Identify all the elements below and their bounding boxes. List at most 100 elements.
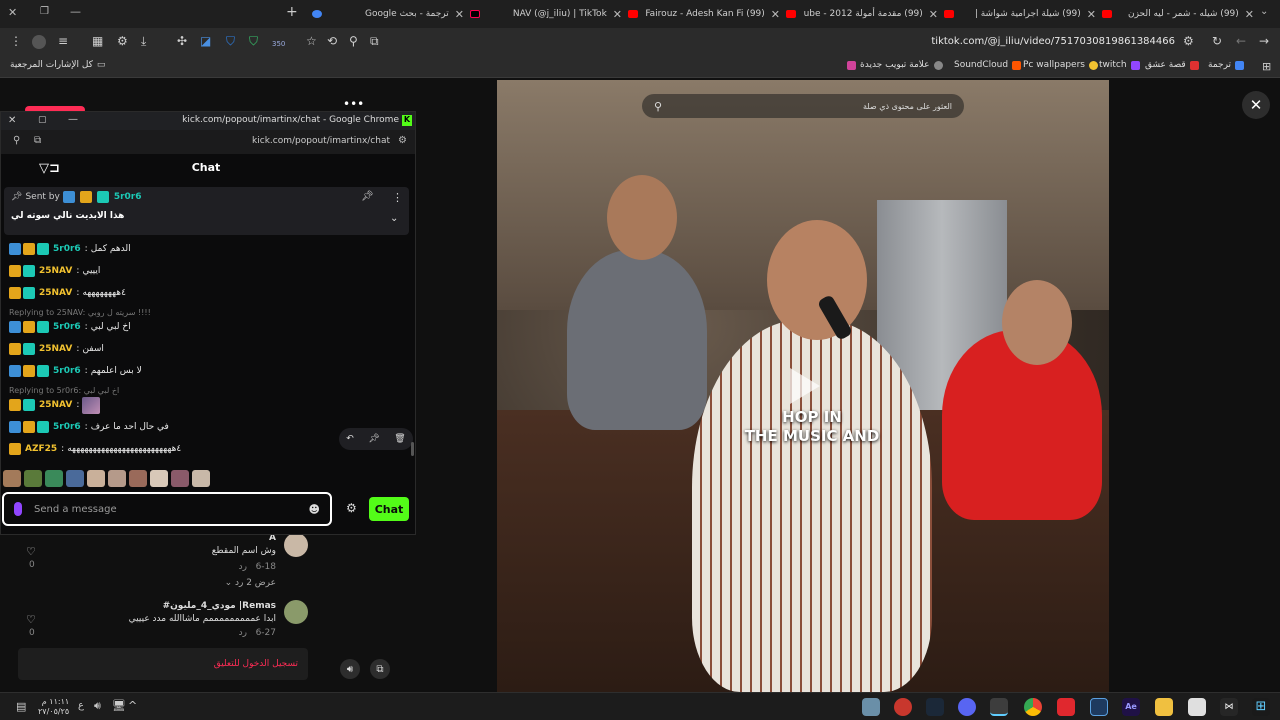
address-bar[interactable]: tiktok.com/@j_iliu/video/751703081986138…	[900, 36, 1175, 47]
emote[interactable]	[24, 470, 42, 487]
chrome-icon[interactable]	[1024, 698, 1042, 716]
chat-username[interactable]: 25NAV	[39, 344, 72, 354]
popup-close-icon[interactable]: ✕	[8, 115, 16, 126]
window-close-icon[interactable]: ✕	[8, 6, 17, 19]
chat-message[interactable]: 25NAV:	[9, 396, 101, 414]
chat-input[interactable]: Send a message ☻	[2, 492, 332, 526]
emote[interactable]	[108, 470, 126, 487]
chat-message[interactable]: 5r0r6: لا بس اعلمهم	[9, 362, 142, 380]
chat-username[interactable]: AZF25	[25, 444, 57, 454]
translate-ext-icon[interactable]: ◪	[200, 34, 211, 48]
chat-username[interactable]: 5r0r6	[53, 422, 81, 432]
chat-message[interactable]: 5r0r6: اخ لبي لبي	[9, 318, 131, 336]
taskbar-clock[interactable]: ١١:١١ م ٢٧/٠٥/٢٥	[38, 697, 69, 717]
login-to-comment-link[interactable]: تسجيل الدخول للتعليق	[214, 659, 298, 669]
emote[interactable]	[3, 470, 21, 487]
comment-avatar[interactable]	[284, 533, 308, 557]
site-settings-icon[interactable]: ⚙	[1183, 34, 1194, 48]
zoom-icon[interactable]: ⚲	[349, 34, 358, 48]
bookmark-qissat-ishq[interactable]: قصة عشق	[1145, 60, 1199, 70]
emote[interactable]	[192, 470, 210, 487]
tab-grid-icon[interactable]: ▦	[92, 34, 103, 48]
language-indicator[interactable]: ع	[78, 700, 84, 711]
reply-icon[interactable]: ↶	[346, 434, 354, 444]
back-icon[interactable]: →	[1259, 34, 1269, 48]
chat-message[interactable]: 25NAV: ايييي	[9, 262, 100, 280]
file-explorer-icon[interactable]	[1155, 698, 1173, 716]
chat-message[interactable]: 5r0r6: في حال احد ما عرف	[9, 418, 169, 436]
start-menu-icon[interactable]: ⊞	[1252, 698, 1270, 716]
video-search-bar[interactable]: ⚲ العثور على محتوى ذي صلة	[642, 94, 964, 118]
tab-close-icon[interactable]: ✕	[929, 8, 938, 21]
window-restore-icon[interactable]: ❐	[40, 6, 49, 17]
comment-avatar[interactable]	[284, 600, 308, 624]
popup-maximize-icon[interactable]: ▢	[38, 115, 47, 125]
apps-grid-icon[interactable]: ⊞	[1262, 60, 1271, 73]
notification-icon[interactable]: ▤	[16, 700, 26, 713]
more-options-icon[interactable]: •••	[343, 97, 364, 111]
vpn-ext-icon[interactable]: ⛉	[249, 34, 258, 49]
unpin-icon[interactable]: 📌︎	[361, 191, 374, 202]
mic-icon[interactable]	[14, 502, 22, 516]
page-reload-ext-icon[interactable]: ⟲	[327, 34, 337, 48]
expand-pinned-icon[interactable]: ⌄	[390, 213, 398, 224]
discord-icon[interactable]	[958, 698, 976, 716]
bookmark-star-icon[interactable]: ☆	[306, 34, 317, 48]
taskbar-app-icon[interactable]	[894, 698, 912, 716]
reply-context[interactable]: Replying to 5r0r6: اخ لبي لبي	[9, 386, 119, 395]
popup-site-info-icon[interactable]: ⚙	[398, 135, 407, 146]
chat-username[interactable]: 25NAV	[39, 266, 72, 276]
emoji-icon[interactable]: ☻	[309, 503, 320, 516]
tab-close-icon[interactable]: ✕	[1087, 8, 1096, 21]
delete-icon[interactable]: 🗑︎	[394, 434, 405, 444]
emote[interactable]	[150, 470, 168, 487]
chat-message[interactable]: 5r0r6: الدهم كمل	[9, 240, 131, 258]
bookmark-pc-wallpapers[interactable]: Pc wallpapers	[1023, 60, 1098, 70]
reload-icon[interactable]: ↻	[1212, 34, 1222, 48]
tab-close-icon[interactable]: ✕	[771, 8, 780, 21]
tab-fairouz[interactable]: ✕ (99) Fairouz - Adesh Kan Fi	[628, 4, 780, 24]
tab-sheila-1[interactable]: ✕ (99) شيلة اجرامية شواشة |	[944, 4, 1096, 24]
pinned-menu-icon[interactable]: ⋮	[392, 191, 403, 204]
emote[interactable]	[171, 470, 189, 487]
forward-icon[interactable]: ←	[1236, 34, 1246, 48]
chat-message[interactable]: AZF25: ٤هههههههههههههههههههههههههه	[9, 440, 181, 458]
pinned-message[interactable]: 📌︎ Sent by 5r0r6 هذا الابديت نالي سوته ل…	[4, 187, 409, 235]
tab-google-translate[interactable]: ✕ ترجمة - بحث Google	[312, 4, 464, 24]
heart-icon[interactable]: ♡	[26, 545, 36, 558]
pinned-username[interactable]: 5r0r6	[114, 192, 142, 202]
heart-icon[interactable]: ♡	[26, 613, 36, 626]
chat-settings-icon[interactable]: ⚙	[346, 501, 357, 515]
store-icon[interactable]	[1188, 698, 1206, 716]
reply-link[interactable]: رد	[239, 628, 247, 638]
tab-close-icon[interactable]: ✕	[1245, 8, 1254, 21]
volume-icon[interactable]: 🔊︎	[340, 659, 360, 679]
taskbar-app-icon[interactable]	[862, 698, 880, 716]
bookmark-translate[interactable]: ترجمة	[1208, 60, 1245, 70]
show-hidden-icons[interactable]: ^	[128, 699, 137, 712]
comment-username[interactable]: Remas| مودي_4_مليون#	[120, 601, 276, 611]
profile-avatar[interactable]	[32, 35, 46, 49]
taskbar-app-active-icon[interactable]	[990, 698, 1008, 716]
view-replies-link[interactable]: عرض 2 رد ⌄	[150, 578, 276, 588]
chat-username[interactable]: 5r0r6	[53, 322, 81, 332]
reading-list-icon[interactable]: ≡	[58, 34, 68, 48]
vegas-icon[interactable]	[1090, 698, 1108, 716]
pin-message-icon[interactable]: 📌︎	[368, 434, 379, 444]
reply-context[interactable]: Replying to 25NAV: سريته ل روبي !!!!	[9, 308, 151, 317]
video-player[interactable]: ⚲ العثور على محتوى ذي صلة HOP IN THE MUS…	[497, 80, 1109, 692]
chat-send-button[interactable]: Chat	[369, 497, 409, 521]
emote[interactable]	[129, 470, 147, 487]
network-icon[interactable]: 🖥︎	[112, 699, 126, 712]
tab-close-icon[interactable]: ✕	[455, 8, 464, 21]
install-app-icon[interactable]: ⧉	[370, 34, 379, 49]
tab-muqaddima[interactable]: ✕ (99) مقدمة أمولة 2012 - ube	[786, 4, 938, 24]
bookmark-twitch[interactable]: twitch	[1099, 60, 1140, 70]
after-effects-icon[interactable]: Ae	[1122, 698, 1140, 716]
bookmark-new-tab[interactable]: علامة تبويب جديدة	[847, 60, 943, 70]
emote[interactable]	[66, 470, 84, 487]
chat-username[interactable]: 5r0r6	[53, 244, 81, 254]
emote[interactable]	[45, 470, 63, 487]
popup-zoom-icon[interactable]: ⚲	[13, 135, 20, 146]
volume-tray-icon[interactable]: 🔊︎	[94, 699, 101, 713]
